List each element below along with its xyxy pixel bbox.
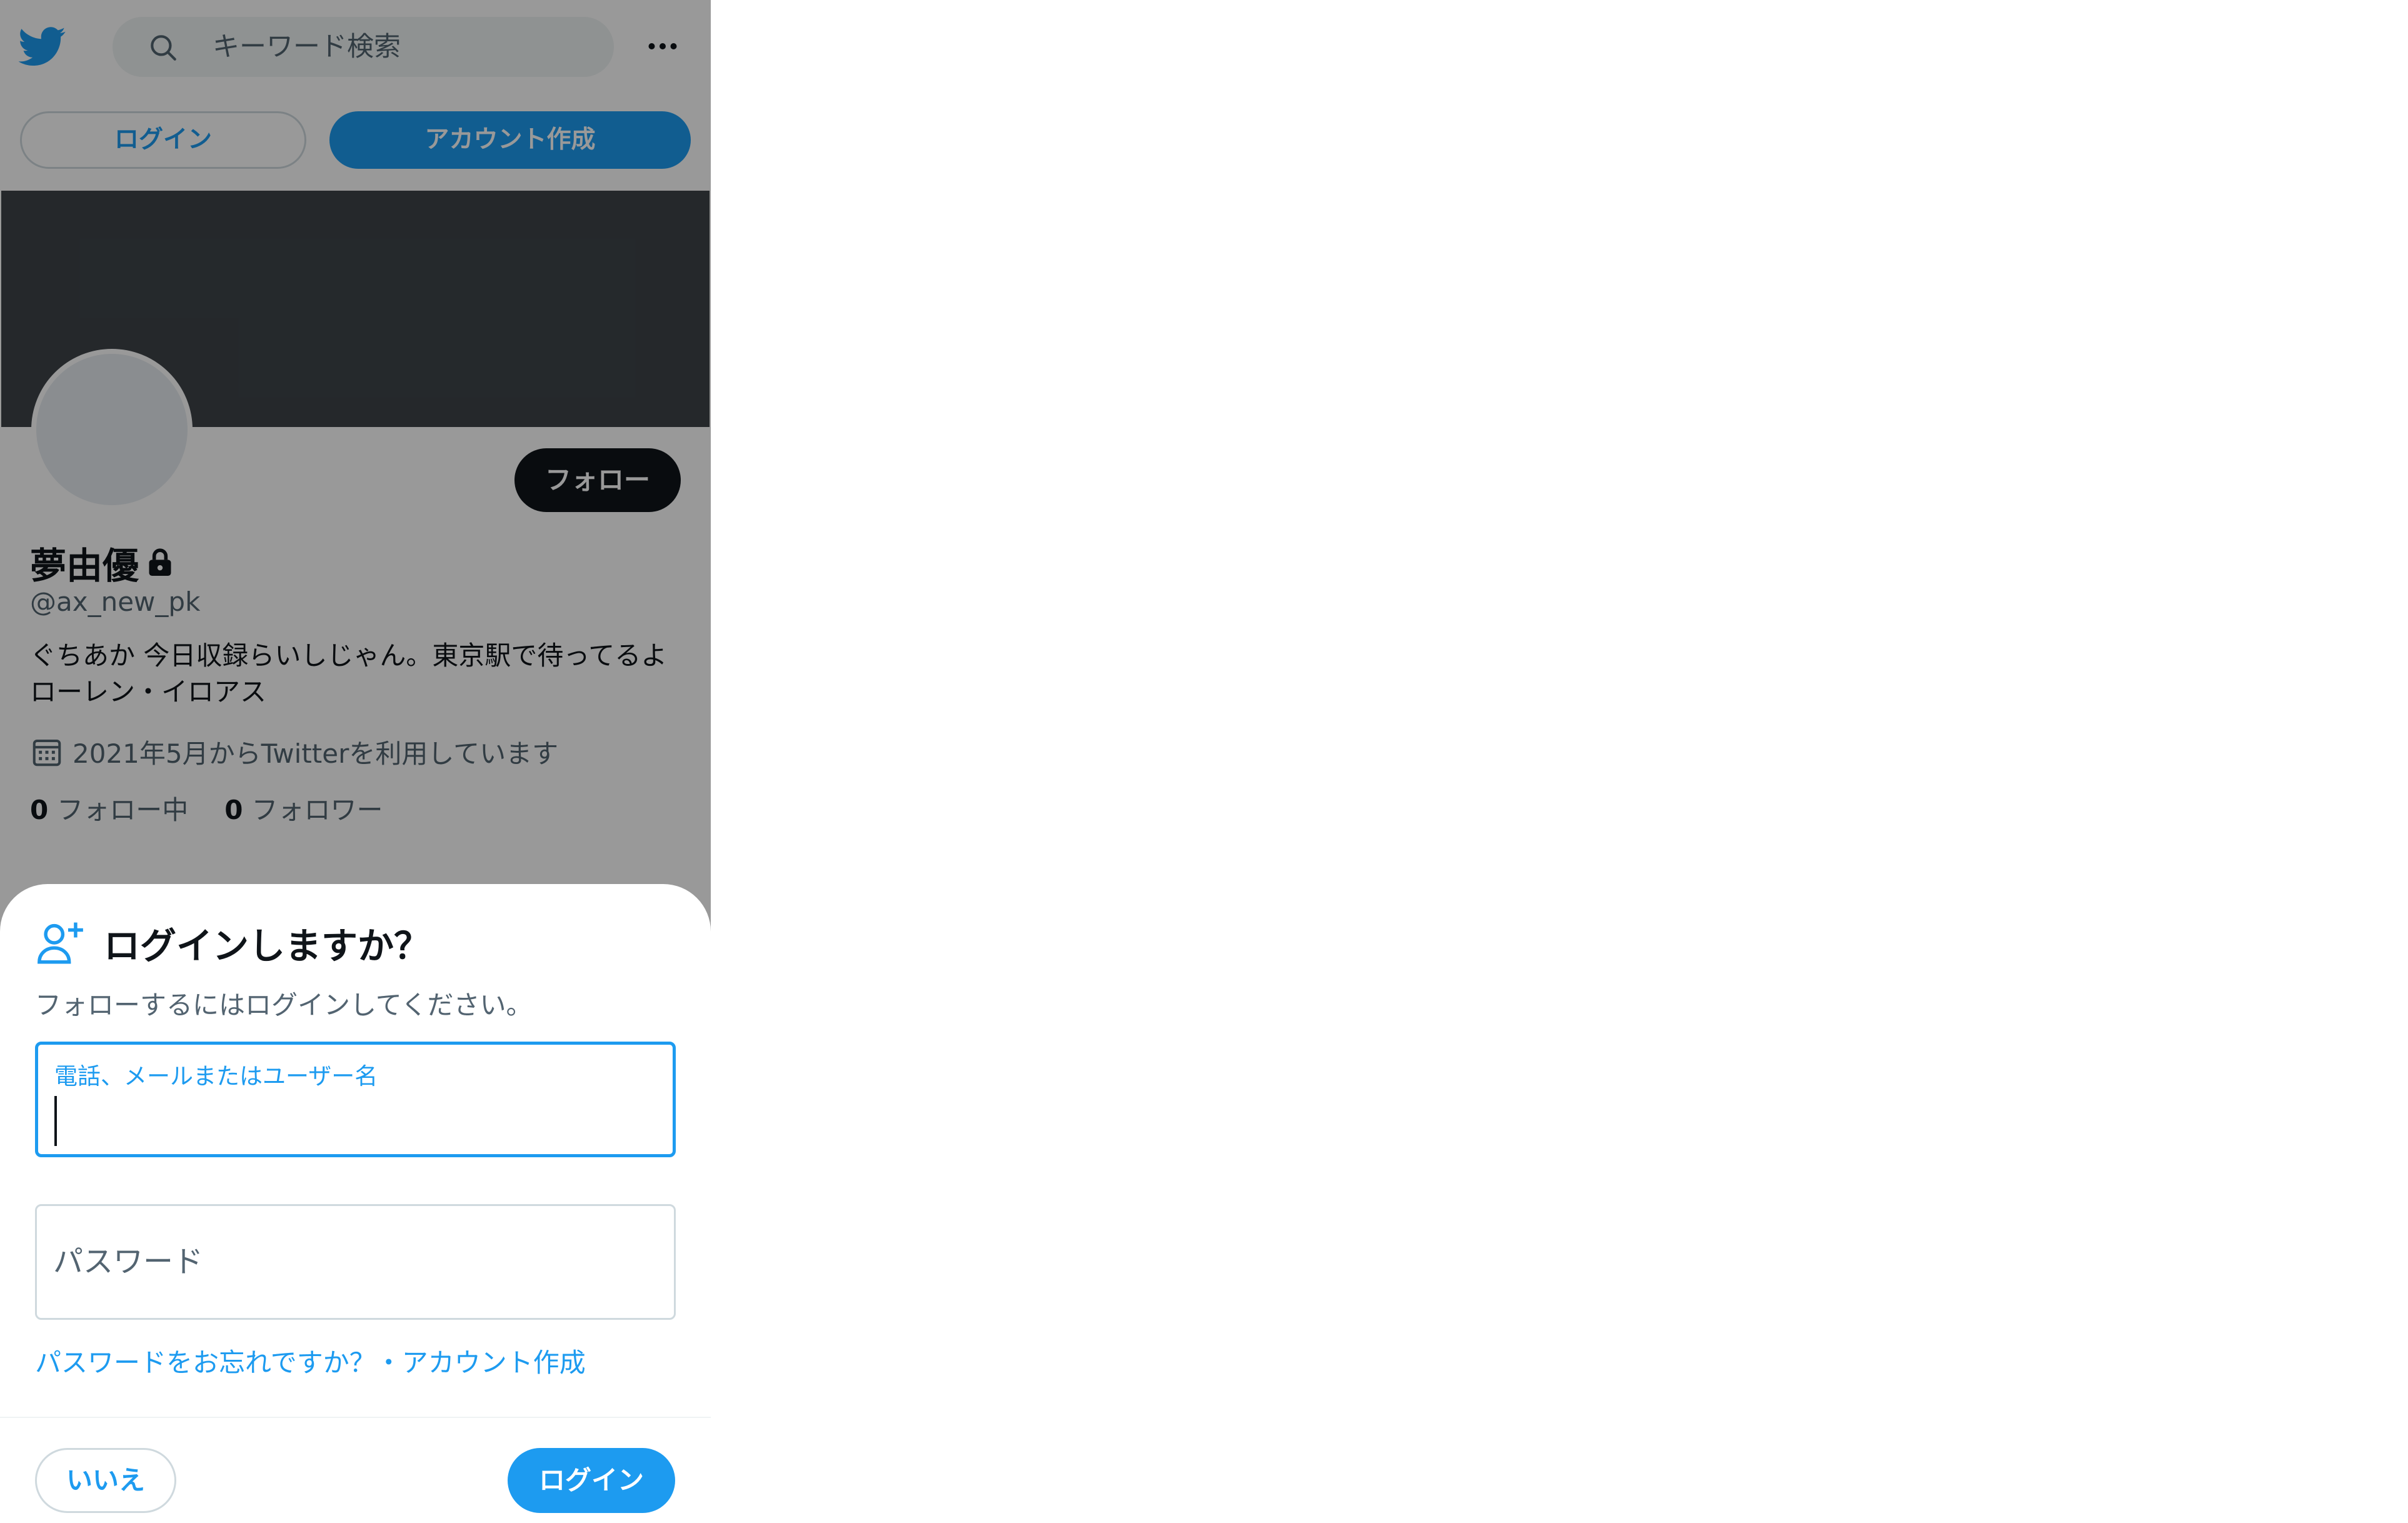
mobile-viewport: キーワード検索 ログイン アカウント作成 フォロー 夢由優 @ax_new_pk…	[0, 0, 711, 1523]
login-sheet: ログインしますか？ フォローするにはログインしてください。 電話、メールまたはユ…	[0, 884, 711, 1523]
text-caret	[54, 1096, 57, 1146]
divider	[0, 1417, 711, 1418]
forgot-password-link[interactable]: パスワードをお忘れですか？	[35, 1347, 376, 1378]
username-label: 電話、メールまたはユーザー名	[54, 1063, 378, 1090]
password-field[interactable]: パスワード	[35, 1204, 676, 1320]
sheet-header: ログインしますか？	[35, 917, 430, 969]
signup-link[interactable]: アカウント作成	[402, 1347, 586, 1378]
help-links: パスワードをお忘れですか？・アカウント作成	[35, 1342, 586, 1380]
sheet-subtitle: フォローするにはログインしてください。	[35, 990, 533, 1020]
username-field[interactable]: 電話、メールまたはユーザー名	[35, 1042, 676, 1157]
password-label: パスワード	[53, 1244, 204, 1279]
sheet-title: ログインしますか？	[104, 925, 431, 967]
no-button[interactable]: いいえ	[35, 1448, 176, 1513]
add-user-icon	[38, 922, 83, 964]
link-separator: ・	[375, 1347, 402, 1378]
login-button[interactable]: ログイン	[508, 1448, 675, 1513]
